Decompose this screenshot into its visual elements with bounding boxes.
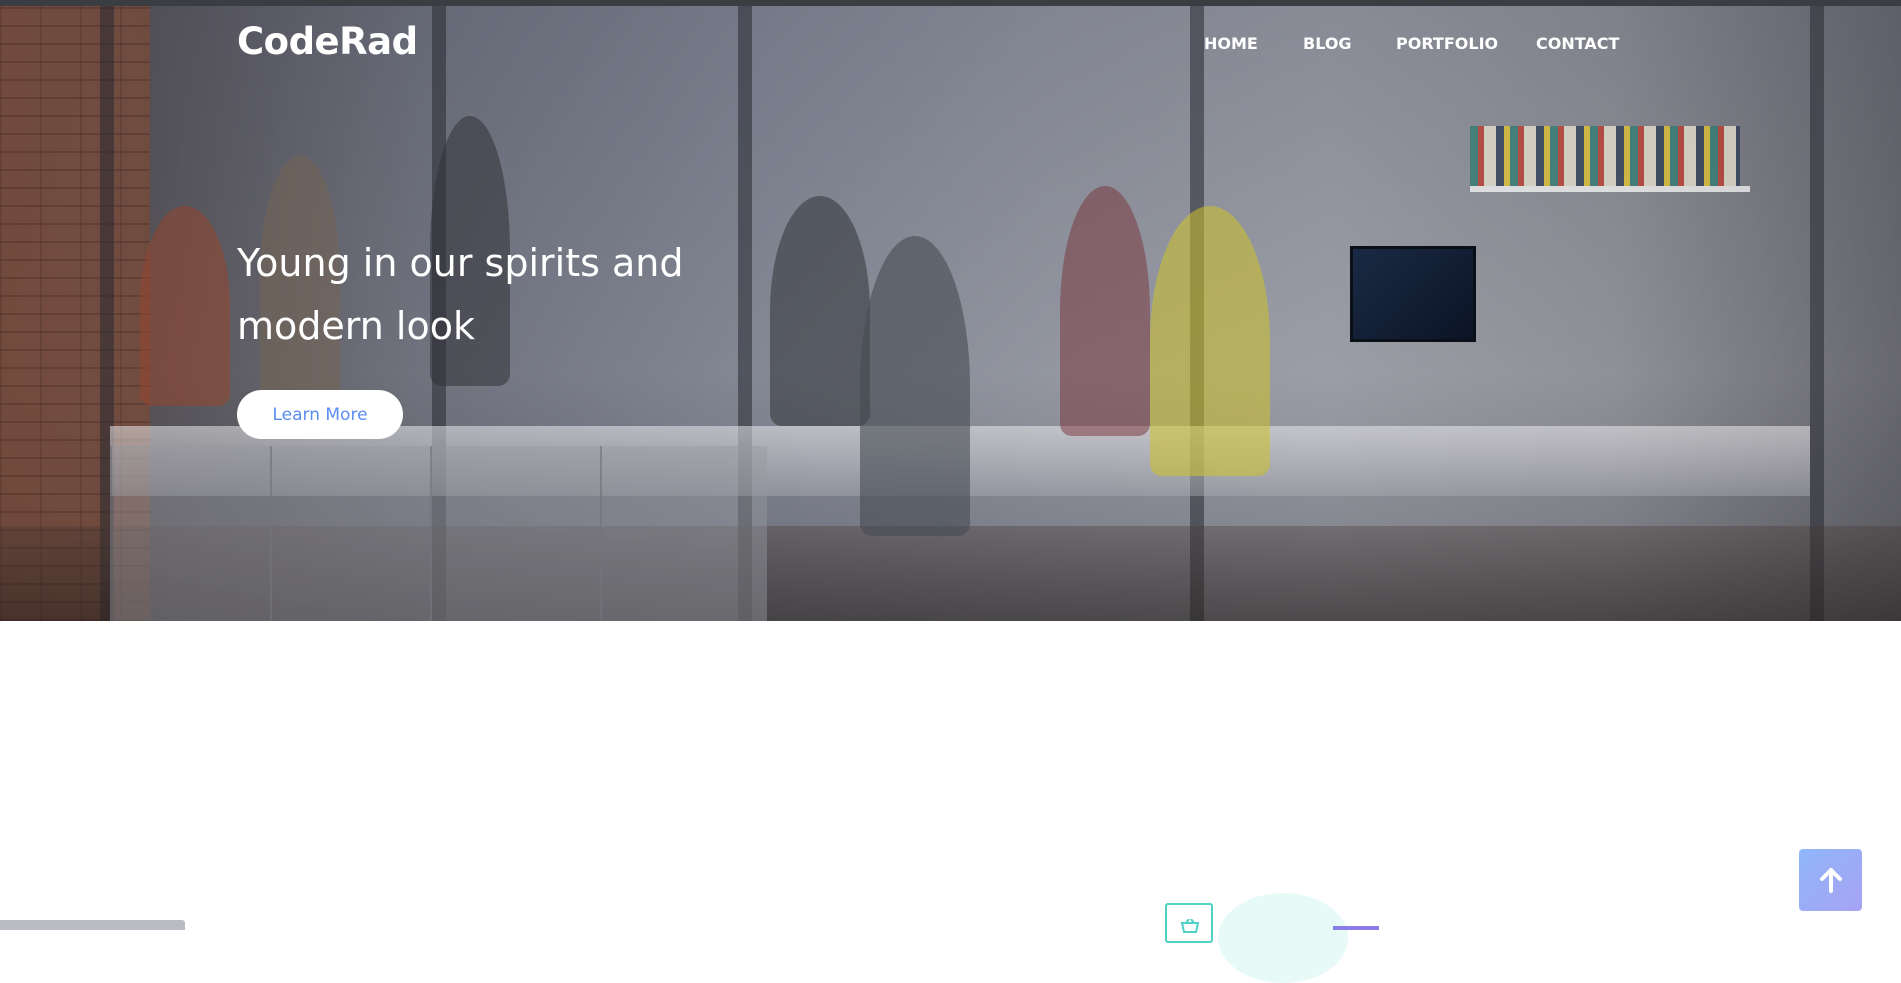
desk-cabinet [600,446,767,621]
status-chip [0,920,185,930]
nav-item-portfolio[interactable]: PORTFOLIO [1396,34,1498,53]
section-decor-bar [1333,926,1379,930]
shelf [1470,186,1750,192]
hero-headline: Young in our spirits and modern look [237,232,757,358]
bookshelf [1470,126,1740,186]
basket-icon [1180,919,1200,933]
hero-headline-line2: modern look [237,304,475,348]
hero-headline-line1: Young in our spirits and [237,241,684,285]
nav-item-blog[interactable]: BLOG [1303,34,1352,53]
nav-item-home[interactable]: HOME [1204,34,1258,53]
main-nav: HOME BLOG PORTFOLIO CONTACT [0,34,1901,58]
person-silhouette [1150,206,1270,476]
scroll-to-top-button[interactable] [1799,849,1862,911]
hero-section: CodeRad HOME BLOG PORTFOLIO CONTACT Youn… [0,6,1901,621]
monitor [1350,246,1476,342]
person-silhouette [770,196,870,426]
person-silhouette [1060,186,1150,436]
desk-cabinet [110,446,272,621]
nav-item-contact[interactable]: CONTACT [1536,34,1619,53]
person-silhouette [140,206,230,406]
desk-cabinet [270,446,432,621]
learn-more-button[interactable]: Learn More [237,390,403,439]
person-silhouette [860,236,970,536]
arrow-up-icon [1819,868,1842,893]
section-decor-blob [1218,893,1348,983]
feature-icon-box [1165,903,1213,943]
desk-cabinet [430,446,602,621]
